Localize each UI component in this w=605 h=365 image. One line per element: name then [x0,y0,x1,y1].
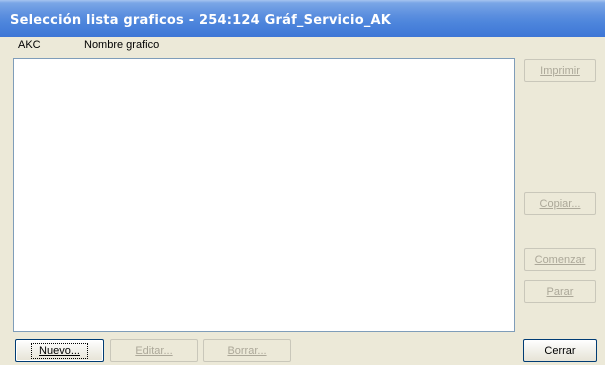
nuevo-button[interactable]: Nuevo... [15,339,104,362]
column-header-akc[interactable]: AKC [18,39,41,51]
parar-button-label: Parar [546,285,574,298]
column-header-nombre-grafico[interactable]: Nombre grafico [84,39,159,51]
comenzar-button-label: Comenzar [534,253,586,266]
list-header: AKC Nombre grafico [0,37,605,54]
graphics-list[interactable] [13,58,515,332]
cerrar-button-label: Cerrar [544,344,576,357]
nuevo-button-label: Nuevo... [31,342,88,359]
parar-button[interactable]: Parar [524,280,596,303]
cerrar-button[interactable]: Cerrar [523,339,597,362]
imprimir-button[interactable]: Imprimir [524,59,596,82]
editar-button[interactable]: Editar... [110,339,198,362]
copiar-button[interactable]: Copiar... [524,192,596,215]
imprimir-button-label: Imprimir [540,64,580,77]
title-bar: Selección lista graficos - 254:124 Gráf_… [0,0,605,37]
window-title: Selección lista graficos - 254:124 Gráf_… [10,13,392,28]
comenzar-button[interactable]: Comenzar [524,248,596,271]
editar-button-label: Editar... [135,344,173,357]
borrar-button[interactable]: Borrar... [203,339,291,362]
borrar-button-label: Borrar... [227,344,267,357]
copiar-button-label: Copiar... [539,197,581,210]
